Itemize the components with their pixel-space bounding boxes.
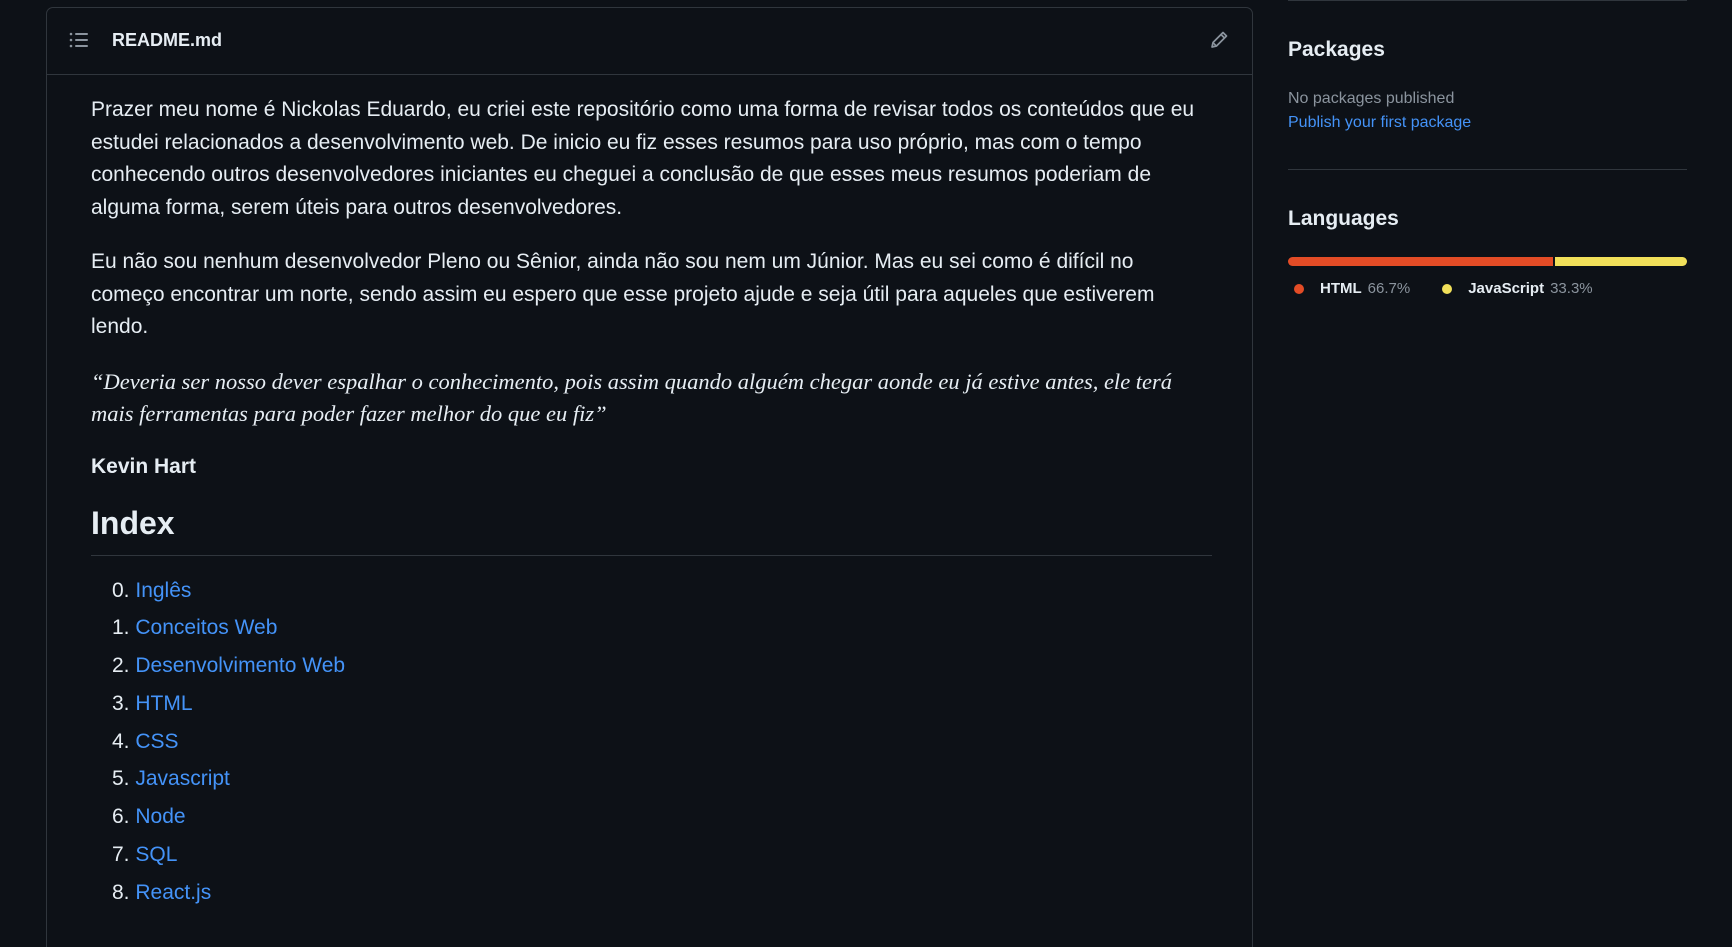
language-name: HTML [1320,280,1362,297]
index-item-html: 3. HTML [112,685,1212,723]
index-number: 8. [112,880,130,904]
no-packages-text: No packages published [1288,90,1455,107]
quote-author: Kevin Hart [91,454,197,478]
intro-paragraph: Prazer meu nome é Nickolas Eduardo, eu c… [91,98,1195,219]
readme-title: README.md [112,30,223,50]
readme-body: Prazer meu nome é Nickolas Eduardo, eu c… [91,94,1212,912]
index-item-sql: 7. SQL [112,836,1212,874]
index-link-desenvolvimento-web[interactable]: Desenvolvimento Web [135,654,345,677]
language-entry-html[interactable]: HTML 66.7% [1294,280,1410,297]
index-item-ingles: 0. Inglês [112,572,1212,610]
index-link-javascript[interactable]: Javascript [135,767,230,790]
index-link-node[interactable]: Node [135,805,185,828]
languages-title: Languages [1288,207,1399,230]
index-link-ingles[interactable]: Inglês [135,579,191,602]
readme-panel: README.md Prazer meu nome é Nickolas Edu… [46,7,1253,947]
language-legend: HTML 66.7% JavaScript 33.3% [1294,280,1625,297]
index-item-node: 6. Node [112,798,1212,836]
language-color-dot [1442,283,1453,294]
publish-package-link[interactable]: Publish your first package [1288,114,1471,132]
quote-text: “Deveria ser nosso dever espalhar o conh… [91,368,1173,427]
index-link-reactjs[interactable]: React.js [135,881,211,904]
language-color-dot [1294,283,1304,294]
index-item-javascript: 5. Javascript [112,760,1212,798]
sidebar-top-divider [1288,0,1687,1]
list-unordered-icon[interactable] [69,31,89,49]
index-number: 5. [112,767,130,791]
index-item-desenvolvimento-web: 2. Desenvolvimento Web [112,647,1212,685]
index-number: 2. [112,654,130,678]
second-paragraph: Eu não sou nenhum desenvolvedor Pleno ou… [91,250,1155,338]
index-heading: Index [91,503,1212,556]
index-link-css[interactable]: CSS [135,730,178,753]
language-bar-segment-html[interactable] [1288,257,1553,266]
readme-header: README.md [47,8,1252,75]
index-list: 0. Inglês 1. Conceitos Web 2. Desenvolvi… [91,572,1212,912]
language-percent: 33.3% [1550,280,1593,297]
index-number: 0. [112,578,130,602]
index-number: 7. [112,843,130,867]
language-name: JavaScript [1468,280,1545,297]
index-link-html[interactable]: HTML [135,692,192,715]
index-number: 6. [112,805,130,829]
index-item-conceitos-web: 1. Conceitos Web [112,609,1212,647]
index-link-conceitos-web[interactable]: Conceitos Web [135,616,277,639]
page: README.md Prazer meu nome é Nickolas Edu… [0,0,1732,947]
language-percent: 66.7% [1367,280,1411,297]
index-number: 3. [112,691,130,715]
pencil-icon[interactable] [1208,29,1230,51]
index-number: 4. [112,729,130,753]
language-bar-segment-javascript[interactable] [1554,257,1687,266]
index-item-css: 4. CSS [112,723,1212,761]
index-item-reactjs: 8. React.js [112,874,1212,912]
index-link-sql[interactable]: SQL [135,843,177,866]
index-number: 1. [112,616,130,640]
sidebar-divider [1288,169,1687,170]
language-entry-javascript[interactable]: JavaScript 33.3% [1442,280,1593,297]
language-bar [1288,257,1687,266]
packages-title[interactable]: Packages [1288,38,1385,62]
